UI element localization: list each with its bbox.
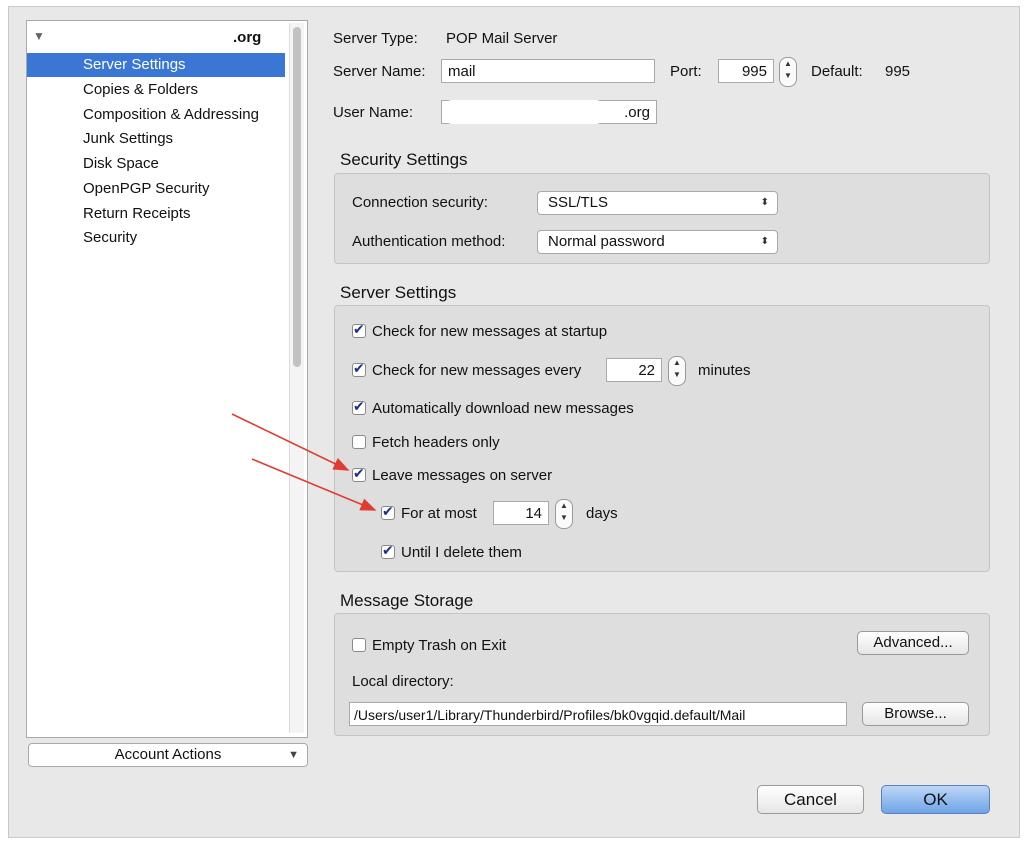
annotation-arrows [231, 413, 377, 511]
arrow-to-leave-messages-icon [231, 413, 350, 471]
arrow-to-for-at-most-icon [251, 458, 377, 511]
